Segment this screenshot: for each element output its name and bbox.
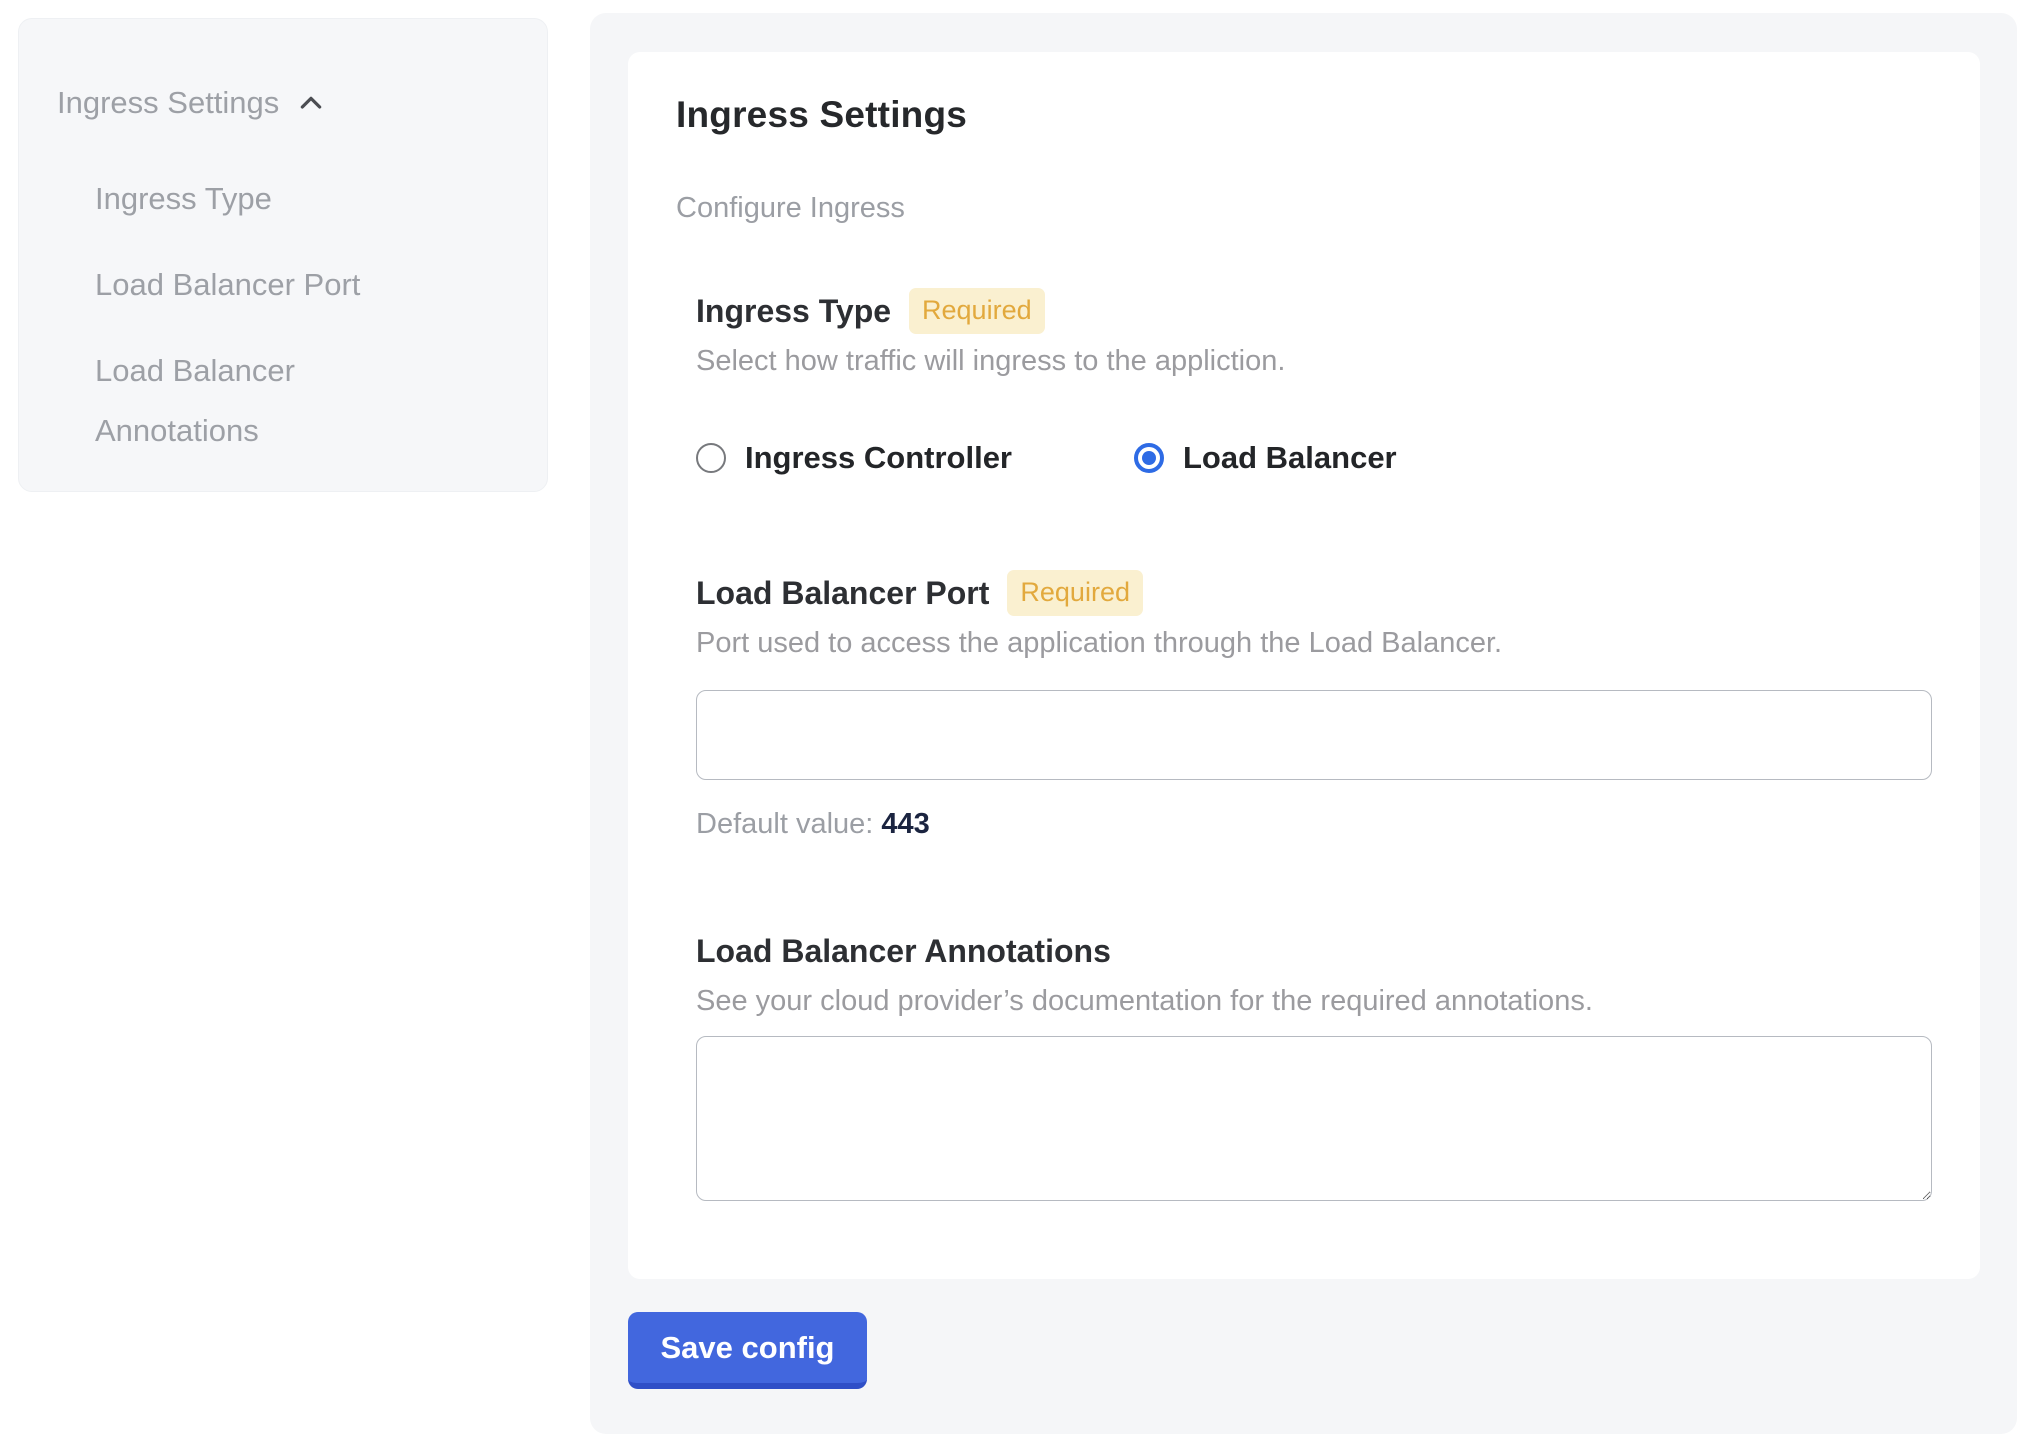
ingress-controller-radio-label: Ingress Controller — [745, 440, 1012, 476]
required-badge: Required — [1007, 570, 1143, 616]
load-balancer-annotations-textarea[interactable] — [696, 1036, 1932, 1201]
ingress-settings-card: Ingress Settings Configure Ingress Ingre… — [628, 52, 1980, 1279]
section-load-balancer-port: Load Balancer Port Required Port used to… — [696, 570, 1932, 842]
load-balancer-radio-label: Load Balancer — [1183, 440, 1397, 476]
ingress-type-description: Select how traffic will ingress to the a… — [696, 342, 1932, 380]
load-balancer-port-label: Load Balancer Port — [696, 575, 989, 612]
section-ingress-type: Ingress Type Required Select how traffic… — [696, 288, 1932, 380]
ingress-type-radio-group: Ingress Controller Load Balancer — [696, 440, 1932, 476]
load-balancer-radio[interactable]: Load Balancer — [1134, 440, 1397, 476]
page-subtitle: Configure Ingress — [676, 190, 1932, 226]
ingress-controller-radio[interactable]: Ingress Controller — [696, 440, 1012, 476]
required-badge: Required — [909, 288, 1045, 334]
sidebar-group-label: Ingress Settings — [57, 83, 279, 123]
load-balancer-annotations-description: See your cloud provider’s documentation … — [696, 982, 1932, 1020]
load-balancer-annotations-label: Load Balancer Annotations — [696, 933, 1111, 970]
load-balancer-port-input[interactable] — [696, 690, 1932, 780]
save-config-button[interactable]: Save config — [628, 1312, 867, 1389]
sidebar-group-ingress-settings[interactable]: Ingress Settings — [57, 83, 517, 123]
sidebar-nav: Ingress Type Load Balancer Port Load Bal… — [95, 169, 517, 461]
page-title: Ingress Settings — [676, 92, 1932, 138]
default-value-number: 443 — [881, 808, 929, 840]
main-panel: Ingress Settings Configure Ingress Ingre… — [590, 13, 2017, 1434]
sidebar-item-load-balancer-port[interactable]: Load Balancer Port — [95, 255, 415, 315]
section-load-balancer-annotations: Load Balancer Annotations See your cloud… — [696, 928, 1932, 1201]
radio-checked-icon[interactable] — [1134, 443, 1164, 473]
default-value-text: Default value: 443 — [696, 806, 1932, 842]
settings-sidebar: Ingress Settings Ingress Type Load Balan… — [18, 18, 548, 492]
radio-unchecked-icon[interactable] — [696, 443, 726, 473]
ingress-type-label: Ingress Type — [696, 293, 891, 330]
sidebar-item-load-balancer-annotations[interactable]: Load Balancer Annotations — [95, 341, 415, 461]
load-balancer-port-description: Port used to access the application thro… — [696, 624, 1932, 662]
chevron-up-icon — [295, 87, 327, 119]
default-value-label: Default value: — [696, 808, 873, 840]
sidebar-item-ingress-type[interactable]: Ingress Type — [95, 169, 415, 229]
